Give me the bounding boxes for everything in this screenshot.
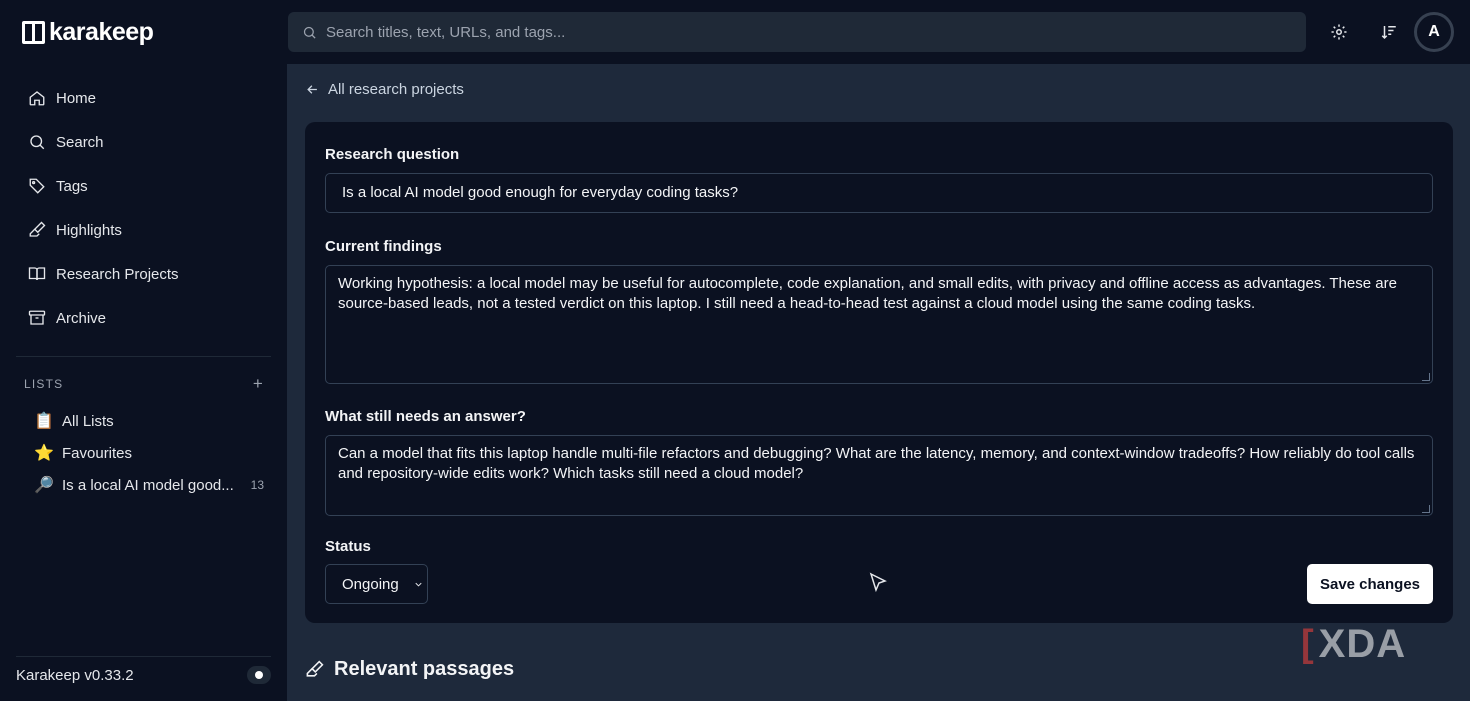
resize-handle-icon[interactable] [1422, 505, 1430, 513]
home-icon [29, 91, 45, 106]
sidebar-item-search[interactable]: Search [16, 120, 271, 164]
sidebar-item-label: Tags [56, 177, 88, 195]
status-select[interactable]: Ongoing [325, 564, 428, 604]
sidebar-item-label: Archive [56, 309, 107, 327]
search-bar[interactable] [288, 12, 1306, 52]
sidebar-item-highlights[interactable]: Highlights [16, 208, 271, 252]
logo-text: karakeep [49, 18, 154, 46]
sort-button[interactable] [1377, 20, 1401, 44]
resize-handle-icon[interactable] [1422, 373, 1430, 381]
sidebar-item-tags[interactable]: Tags [16, 164, 271, 208]
sidebar-item-label: Highlights [56, 221, 122, 239]
highlighter-icon [29, 221, 46, 237]
list-item-label: Favourites [62, 444, 133, 462]
list-item-label: Is a local AI model good... [62, 476, 234, 494]
sidebar-footer-divider [16, 656, 271, 657]
search-icon [303, 26, 316, 39]
sidebar-item-home[interactable]: Home [16, 76, 271, 120]
lists-heading: LISTS [24, 377, 64, 391]
list-item-label: All Lists [62, 412, 114, 430]
sidebar-item-research-projects[interactable]: Research Projects [16, 252, 271, 296]
top-bar: A [287, 0, 1470, 64]
add-list-button[interactable]: + [253, 375, 264, 392]
open-questions-textarea[interactable]: Can a model that fits this laptop handle… [325, 435, 1433, 516]
magnifier-icon: 🔎 [34, 477, 54, 494]
current-findings-text: Working hypothesis: a local model may be… [338, 275, 1397, 312]
sidebar-item-label: Search [56, 133, 104, 151]
status-value: Ongoing [342, 575, 399, 593]
list-item-all-lists[interactable]: 📋 All Lists [34, 405, 264, 437]
chevron-down-icon [415, 582, 422, 587]
lists-header: LISTS + [24, 375, 264, 392]
book-open-icon [28, 267, 46, 281]
karakeep-logo[interactable]: karakeep [22, 18, 154, 47]
watermark-bracket-icon: [ [1301, 623, 1315, 665]
app-version: Karakeep v0.33.2 [16, 667, 134, 684]
arrow-left-icon [307, 85, 317, 94]
watermark-text: XDA [1318, 622, 1407, 666]
research-question-input[interactable]: Is a local AI model good enough for ever… [325, 173, 1433, 213]
list-item-favourites[interactable]: ⭐ Favourites [34, 437, 264, 469]
sort-icon [1381, 26, 1396, 40]
back-link-label: All research projects [328, 81, 464, 98]
research-project-form: Research question Is a local AI model go… [305, 122, 1453, 623]
gear-icon [1331, 24, 1347, 40]
sidebar-item-label: Home [56, 89, 97, 107]
lists: 📋 All Lists ⭐ Favourites 🔎 Is a local AI… [34, 405, 264, 501]
sidebar-item-archive[interactable]: Archive [16, 296, 271, 340]
back-link[interactable]: All research projects [305, 81, 464, 98]
clipboard-icon: 📋 [34, 413, 54, 430]
current-findings-textarea[interactable]: Working hypothesis: a local model may be… [325, 265, 1433, 384]
research-question-label: Research question [325, 146, 460, 163]
highlighter-icon [306, 660, 324, 677]
relevant-passages-heading: Relevant passages [305, 658, 514, 681]
save-changes-button[interactable]: Save changes [1307, 564, 1433, 604]
theme-toggle[interactable] [247, 666, 271, 684]
passages-title: Relevant passages [334, 658, 515, 680]
status-label: Status [325, 538, 371, 555]
archive-icon [28, 310, 46, 325]
search-icon [30, 135, 45, 150]
list-item-research[interactable]: 🔎 Is a local AI model good... 13 [34, 469, 264, 501]
mouse-cursor-icon [869, 572, 887, 592]
toggle-dot-icon [255, 671, 263, 679]
list-item-count: 13 [250, 478, 264, 492]
xda-watermark: [ XDA [1301, 622, 1406, 667]
settings-button[interactable] [1327, 20, 1351, 44]
search-input[interactable] [326, 23, 1226, 41]
tag-icon [29, 178, 45, 194]
logo-mark-icon [22, 21, 45, 44]
open-questions-label: What still needs an answer? [325, 408, 526, 425]
open-questions-text: Can a model that fits this laptop handle… [338, 445, 1415, 482]
sidebar-nav: Home Search Tags Highlights Research Pro… [16, 76, 271, 340]
sidebar-divider [16, 356, 271, 357]
sidebar-item-label: Research Projects [56, 265, 179, 283]
user-avatar[interactable]: A [1414, 12, 1454, 52]
sidebar: karakeep Home Search Tags Highlights Res… [0, 0, 287, 701]
main-content: All research projects Research question … [287, 64, 1470, 701]
star-icon: ⭐ [34, 445, 54, 462]
current-findings-label: Current findings [325, 238, 442, 255]
